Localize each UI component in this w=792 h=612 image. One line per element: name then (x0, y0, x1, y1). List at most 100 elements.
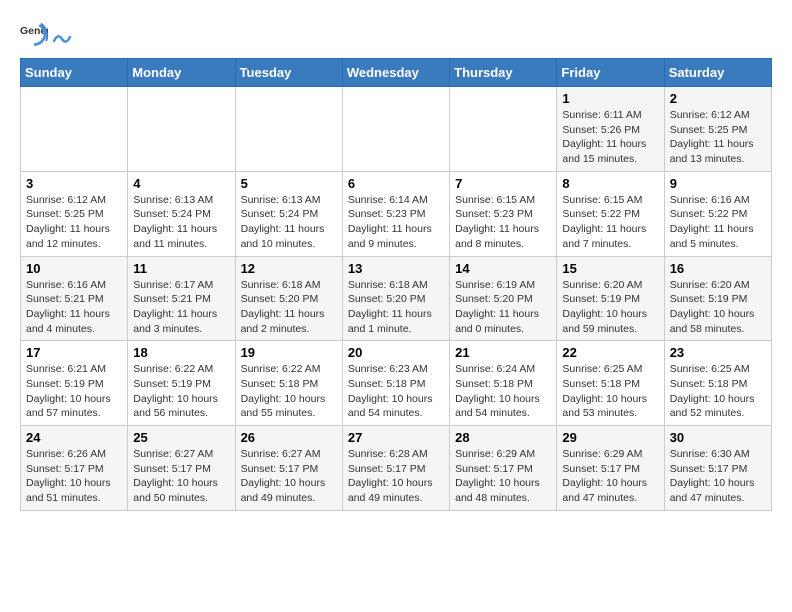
day-info: Sunrise: 6:12 AM Sunset: 5:25 PM Dayligh… (670, 109, 754, 165)
day-number: 10 (26, 261, 122, 276)
day-number: 30 (670, 430, 766, 445)
calendar-cell: 16 Sunrise: 6:20 AM Sunset: 5:19 PM Dayli… (664, 256, 771, 341)
calendar-cell: 30 Sunrise: 6:30 AM Sunset: 5:17 PM Dayli… (664, 426, 771, 511)
day-number: 6 (348, 176, 444, 191)
calendar-header-row: SundayMondayTuesdayWednesdayThursdayFrid… (21, 59, 772, 87)
day-info: Sunrise: 6:12 AM Sunset: 5:25 PM Dayligh… (26, 194, 110, 250)
logo-wave-icon (52, 27, 72, 47)
day-number: 14 (455, 261, 551, 276)
day-info: Sunrise: 6:30 AM Sunset: 5:17 PM Dayligh… (670, 448, 755, 504)
day-info: Sunrise: 6:25 AM Sunset: 5:18 PM Dayligh… (562, 363, 647, 419)
day-number: 15 (562, 261, 658, 276)
day-info: Sunrise: 6:27 AM Sunset: 5:17 PM Dayligh… (133, 448, 218, 504)
calendar-cell: 6 Sunrise: 6:14 AM Sunset: 5:23 PM Daylig… (342, 171, 449, 256)
calendar-cell (342, 87, 449, 172)
day-number: 8 (562, 176, 658, 191)
calendar-cell: 22 Sunrise: 6:25 AM Sunset: 5:18 PM Dayli… (557, 341, 664, 426)
day-number: 2 (670, 91, 766, 106)
day-info: Sunrise: 6:20 AM Sunset: 5:19 PM Dayligh… (670, 279, 755, 335)
day-info: Sunrise: 6:22 AM Sunset: 5:18 PM Dayligh… (241, 363, 326, 419)
day-number: 11 (133, 261, 229, 276)
day-number: 9 (670, 176, 766, 191)
calendar-cell: 23 Sunrise: 6:25 AM Sunset: 5:18 PM Dayli… (664, 341, 771, 426)
day-info: Sunrise: 6:28 AM Sunset: 5:17 PM Dayligh… (348, 448, 433, 504)
calendar-week-row: 17 Sunrise: 6:21 AM Sunset: 5:19 PM Dayli… (21, 341, 772, 426)
day-number: 3 (26, 176, 122, 191)
calendar-cell: 1Sunrise: 6:11 AM Sunset: 5:26 PM Daylig… (557, 87, 664, 172)
day-info: Sunrise: 6:17 AM Sunset: 5:21 PM Dayligh… (133, 279, 217, 335)
calendar-cell: 7Sunrise: 6:15 AM Sunset: 5:23 PM Daylig… (450, 171, 557, 256)
calendar-cell: 13 Sunrise: 6:18 AM Sunset: 5:20 PM Dayli… (342, 256, 449, 341)
day-number: 23 (670, 345, 766, 360)
calendar-table: SundayMondayTuesdayWednesdayThursdayFrid… (20, 58, 772, 511)
calendar-cell: 24Sunrise: 6:26 AM Sunset: 5:17 PM Dayli… (21, 426, 128, 511)
day-info: Sunrise: 6:11 AM Sunset: 5:26 PM Dayligh… (562, 109, 646, 165)
calendar-cell: 14 Sunrise: 6:19 AM Sunset: 5:20 PM Dayli… (450, 256, 557, 341)
calendar-cell (128, 87, 235, 172)
calendar-cell: 8 Sunrise: 6:15 AM Sunset: 5:22 PM Daylig… (557, 171, 664, 256)
calendar-cell: 17 Sunrise: 6:21 AM Sunset: 5:19 PM Dayli… (21, 341, 128, 426)
day-number: 4 (133, 176, 229, 191)
day-number: 16 (670, 261, 766, 276)
day-info: Sunrise: 6:16 AM Sunset: 5:22 PM Dayligh… (670, 194, 754, 250)
weekday-header-thursday: Thursday (450, 59, 557, 87)
day-number: 18 (133, 345, 229, 360)
weekday-header-sunday: Sunday (21, 59, 128, 87)
calendar-week-row: 3 Sunrise: 6:12 AM Sunset: 5:25 PM Daylig… (21, 171, 772, 256)
day-number: 21 (455, 345, 551, 360)
day-info: Sunrise: 6:18 AM Sunset: 5:20 PM Dayligh… (348, 279, 432, 335)
day-info: Sunrise: 6:14 AM Sunset: 5:23 PM Dayligh… (348, 194, 432, 250)
day-number: 27 (348, 430, 444, 445)
weekday-header-wednesday: Wednesday (342, 59, 449, 87)
calendar-cell (235, 87, 342, 172)
day-number: 29 (562, 430, 658, 445)
calendar-cell: 20 Sunrise: 6:23 AM Sunset: 5:18 PM Dayli… (342, 341, 449, 426)
weekday-header-tuesday: Tuesday (235, 59, 342, 87)
day-info: Sunrise: 6:22 AM Sunset: 5:19 PM Dayligh… (133, 363, 218, 419)
calendar-cell: 12Sunrise: 6:18 AM Sunset: 5:20 PM Dayli… (235, 256, 342, 341)
calendar-cell (21, 87, 128, 172)
day-info: Sunrise: 6:13 AM Sunset: 5:24 PM Dayligh… (133, 194, 217, 250)
weekday-header-saturday: Saturday (664, 59, 771, 87)
weekday-header-friday: Friday (557, 59, 664, 87)
day-number: 22 (562, 345, 658, 360)
logo: General (20, 20, 72, 48)
weekday-header-monday: Monday (128, 59, 235, 87)
day-info: Sunrise: 6:18 AM Sunset: 5:20 PM Dayligh… (241, 279, 325, 335)
day-info: Sunrise: 6:15 AM Sunset: 5:23 PM Dayligh… (455, 194, 539, 250)
calendar-week-row: 24Sunrise: 6:26 AM Sunset: 5:17 PM Dayli… (21, 426, 772, 511)
calendar-cell: 2 Sunrise: 6:12 AM Sunset: 5:25 PM Daylig… (664, 87, 771, 172)
header: General (20, 20, 772, 48)
calendar-cell: 27 Sunrise: 6:28 AM Sunset: 5:17 PM Dayli… (342, 426, 449, 511)
day-number: 19 (241, 345, 337, 360)
calendar-cell: 4 Sunrise: 6:13 AM Sunset: 5:24 PM Daylig… (128, 171, 235, 256)
calendar-cell: 25 Sunrise: 6:27 AM Sunset: 5:17 PM Dayli… (128, 426, 235, 511)
day-info: Sunrise: 6:19 AM Sunset: 5:20 PM Dayligh… (455, 279, 539, 335)
calendar-cell: 5Sunrise: 6:13 AM Sunset: 5:24 PM Daylig… (235, 171, 342, 256)
day-number: 26 (241, 430, 337, 445)
day-number: 17 (26, 345, 122, 360)
day-info: Sunrise: 6:21 AM Sunset: 5:19 PM Dayligh… (26, 363, 111, 419)
day-number: 28 (455, 430, 551, 445)
day-info: Sunrise: 6:25 AM Sunset: 5:18 PM Dayligh… (670, 363, 755, 419)
day-info: Sunrise: 6:16 AM Sunset: 5:21 PM Dayligh… (26, 279, 110, 335)
day-info: Sunrise: 6:24 AM Sunset: 5:18 PM Dayligh… (455, 363, 540, 419)
day-number: 5 (241, 176, 337, 191)
calendar-cell: 10 Sunrise: 6:16 AM Sunset: 5:21 PM Dayli… (21, 256, 128, 341)
logo-icon: General (20, 20, 48, 48)
day-info: Sunrise: 6:23 AM Sunset: 5:18 PM Dayligh… (348, 363, 433, 419)
day-info: Sunrise: 6:29 AM Sunset: 5:17 PM Dayligh… (455, 448, 540, 504)
calendar-week-row: 1Sunrise: 6:11 AM Sunset: 5:26 PM Daylig… (21, 87, 772, 172)
calendar-cell: 15 Sunrise: 6:20 AM Sunset: 5:19 PM Dayli… (557, 256, 664, 341)
day-number: 25 (133, 430, 229, 445)
calendar-cell: 3 Sunrise: 6:12 AM Sunset: 5:25 PM Daylig… (21, 171, 128, 256)
calendar-cell: 26Sunrise: 6:27 AM Sunset: 5:17 PM Dayli… (235, 426, 342, 511)
calendar-cell: 18 Sunrise: 6:22 AM Sunset: 5:19 PM Dayli… (128, 341, 235, 426)
day-info: Sunrise: 6:20 AM Sunset: 5:19 PM Dayligh… (562, 279, 647, 335)
day-number: 13 (348, 261, 444, 276)
day-number: 20 (348, 345, 444, 360)
day-info: Sunrise: 6:15 AM Sunset: 5:22 PM Dayligh… (562, 194, 646, 250)
calendar-cell (450, 87, 557, 172)
calendar-week-row: 10 Sunrise: 6:16 AM Sunset: 5:21 PM Dayli… (21, 256, 772, 341)
day-info: Sunrise: 6:26 AM Sunset: 5:17 PM Dayligh… (26, 448, 111, 504)
